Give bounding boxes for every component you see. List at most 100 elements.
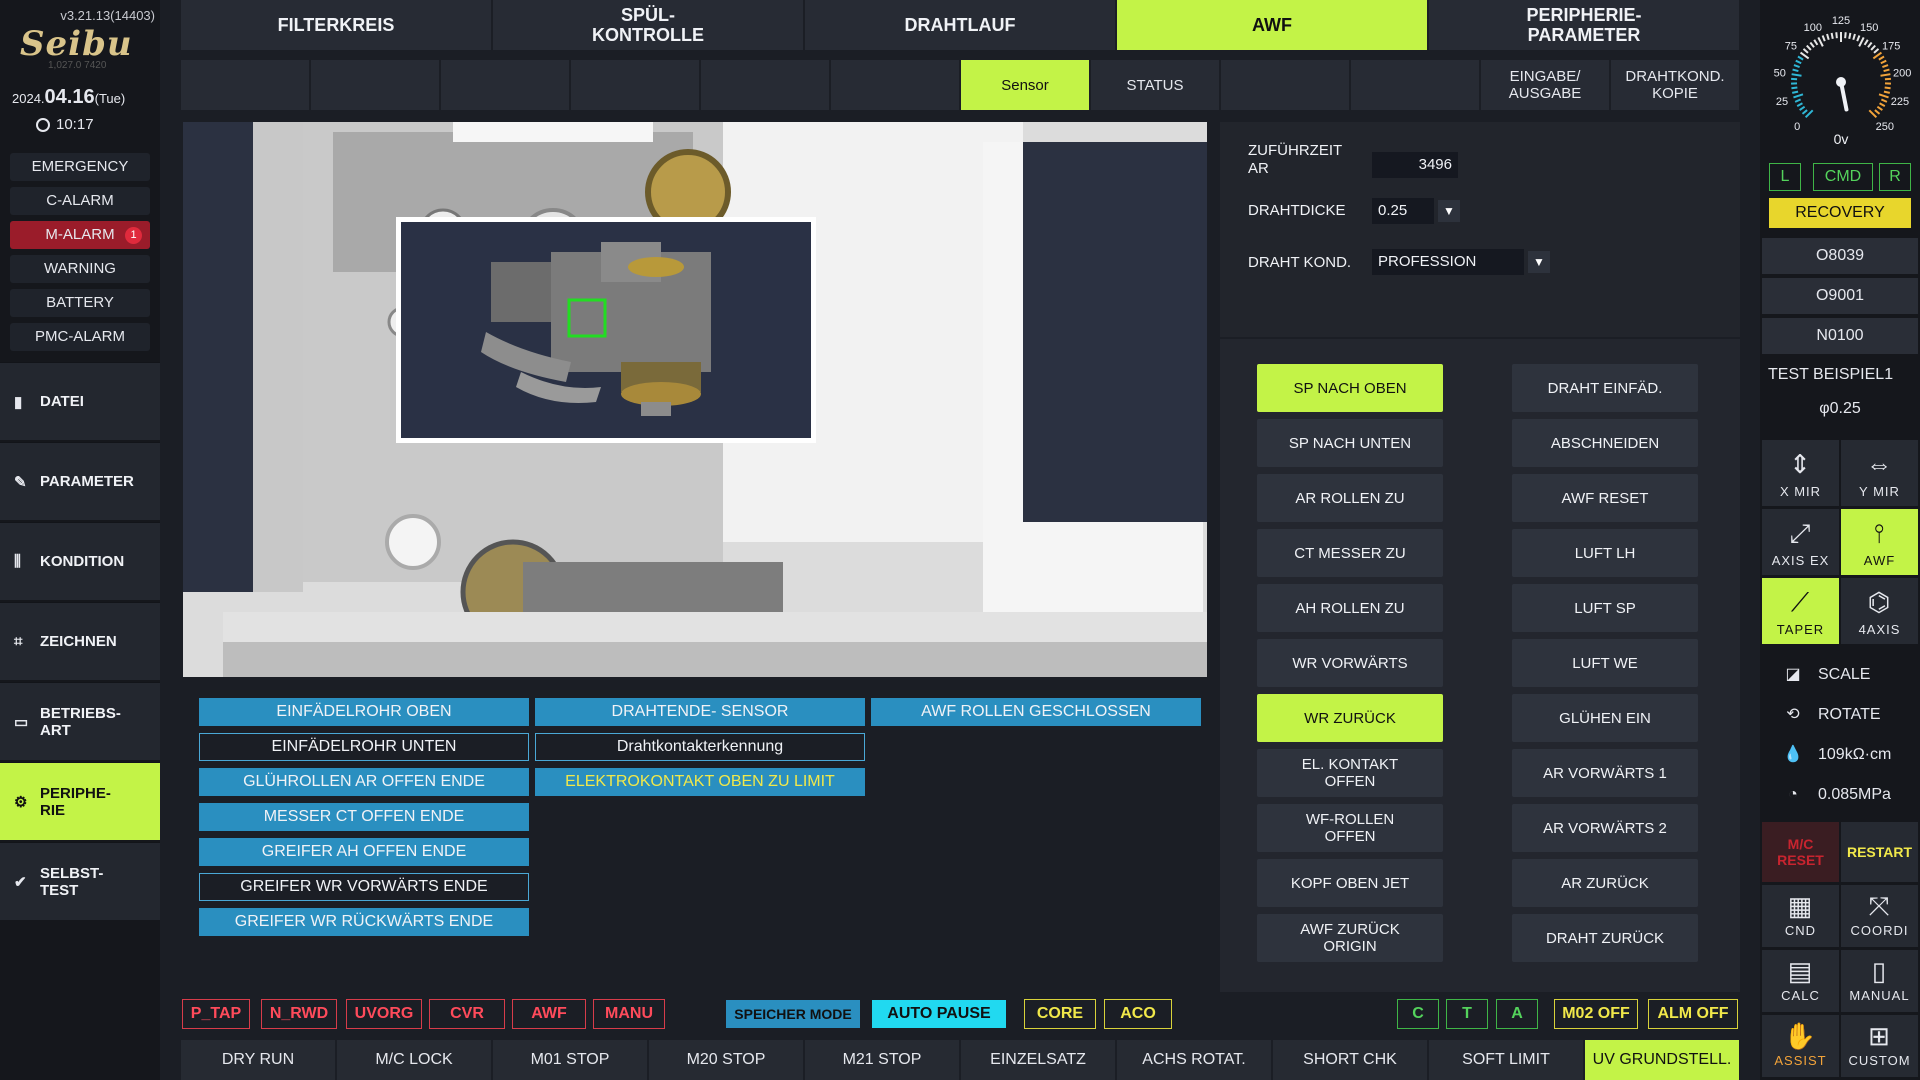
chevron-down-icon[interactable]: ▼ — [1528, 251, 1550, 273]
tab-peripherie[interactable]: PERIPHERIE- PARAMETER — [1429, 0, 1740, 50]
command-button[interactable]: AWF ZURÜCK ORIGIN — [1257, 914, 1443, 962]
command-button[interactable]: SP NACH UNTEN — [1257, 419, 1443, 467]
tab-awf[interactable]: AWF — [1117, 0, 1428, 50]
nav-label: DATEI — [40, 393, 84, 410]
command-button[interactable]: EL. KONTAKT OFFEN — [1257, 749, 1443, 797]
tool-calc-button[interactable]: ▤ CALC — [1762, 950, 1839, 1012]
subtab-empty-2[interactable] — [441, 60, 570, 110]
nav-betriebs[interactable]: ▭ BETRIEBS- ART — [0, 682, 160, 760]
tool-coordi-button[interactable]: ⤧ COORDI — [1841, 885, 1918, 947]
subtab-empty-8[interactable] — [1221, 60, 1350, 110]
command-button[interactable]: AR VORWÄRTS 1 — [1512, 749, 1698, 797]
lcr-l-button[interactable]: L — [1769, 163, 1801, 191]
nav-zeichnen[interactable]: ⌗ ZEICHNEN — [0, 602, 160, 680]
bottom-toggle-shortchk[interactable]: SHORT CHK — [1273, 1040, 1428, 1080]
subtab-sensor[interactable]: Sensor — [961, 60, 1090, 110]
nav-selbst[interactable]: ✔ SELBST- TEST — [0, 842, 160, 920]
subtab-empty-5[interactable] — [831, 60, 960, 110]
subtab-drahtkond[interactable]: DRAHTKOND. KOPIE — [1611, 60, 1740, 110]
bottom-toggle-einzelsatz[interactable]: EINZELSATZ — [961, 1040, 1116, 1080]
tool-custom-button[interactable]: ⊞ CUSTOM — [1841, 1015, 1918, 1077]
command-button[interactable]: WR ZURÜCK — [1257, 694, 1443, 742]
chevron-down-icon[interactable]: ▼ — [1438, 200, 1460, 222]
alarm-emergency[interactable]: EMERGENCY — [10, 153, 150, 181]
tool-taper-button[interactable]: ⟋ TAPER — [1762, 578, 1839, 644]
mc-reset-button[interactable]: M/C RESET — [1762, 822, 1839, 882]
subtab-empty-3[interactable] — [571, 60, 700, 110]
tool-xmir-button[interactable]: ⇕ X MIR — [1762, 440, 1839, 506]
bottom-toggle-m20stop[interactable]: M20 STOP — [649, 1040, 804, 1080]
wire-dia-select[interactable]: 0.25 — [1372, 198, 1434, 224]
command-button[interactable]: AR ROLLEN ZU — [1257, 474, 1443, 522]
auto-pause-badge[interactable]: AUTO PAUSE — [872, 1000, 1006, 1028]
tool-label: CUSTOM — [1848, 1053, 1911, 1068]
tool-assist-button[interactable]: ✋ ASSIST — [1762, 1015, 1839, 1077]
command-button[interactable]: GLÜHEN EIN — [1512, 694, 1698, 742]
nav-periphe[interactable]: ⚙ PERIPHE- RIE — [0, 762, 160, 840]
command-button[interactable]: CT MESSER ZU — [1257, 529, 1443, 577]
readout-scale[interactable]: ◪ SCALE — [1762, 656, 1918, 694]
subtab-eingabe[interactable]: EINGABE/ AUSGABE — [1481, 60, 1610, 110]
alarm-warning[interactable]: WARNING — [10, 255, 150, 283]
tab-spl[interactable]: SPÜL- KONTROLLE — [493, 0, 804, 50]
program-number[interactable]: N0100 — [1762, 318, 1918, 354]
bottom-toggle-softlimit[interactable]: SOFT LIMIT — [1429, 1040, 1584, 1080]
subtab-empty-4[interactable] — [701, 60, 830, 110]
alarm-pmc-alarm[interactable]: PMC-ALARM — [10, 323, 150, 351]
command-button[interactable]: WR VORWÄRTS — [1257, 639, 1443, 687]
command-button[interactable]: LUFT LH — [1512, 529, 1698, 577]
speicher-mode-badge[interactable]: SPEICHER MODE — [726, 1000, 860, 1028]
tool-ymir-button[interactable]: ⇔ Y MIR — [1841, 440, 1918, 506]
bottom-toggle-mclock[interactable]: M/C LOCK — [337, 1040, 492, 1080]
bottom-toggle-m01stop[interactable]: M01 STOP — [493, 1040, 648, 1080]
command-button[interactable]: AR VORWÄRTS 2 — [1512, 804, 1698, 852]
wire-cond-label: DRAHT KOND. — [1248, 254, 1352, 271]
tool-cnd-button[interactable]: ▦ CND — [1762, 885, 1839, 947]
tool-axisex-button[interactable]: ⤢ AXIS EX — [1762, 509, 1839, 575]
command-button[interactable]: LUFT SP — [1512, 584, 1698, 632]
command-button[interactable]: DRAHT EINFÄD. — [1512, 364, 1698, 412]
command-button[interactable]: AR ZURÜCK — [1512, 859, 1698, 907]
command-button[interactable]: AH ROLLEN ZU — [1257, 584, 1443, 632]
subtab-status[interactable]: STATUS — [1091, 60, 1220, 110]
bottom-toggle-achsrotat[interactable]: ACHS ROTAT. — [1117, 1040, 1272, 1080]
subtab-empty-1[interactable] — [311, 60, 440, 110]
tool-awf-button[interactable]: ⫯ AWF — [1841, 509, 1918, 575]
command-button[interactable]: AWF RESET — [1512, 474, 1698, 522]
wire-cond-select[interactable]: PROFESSION — [1372, 249, 1524, 275]
command-button[interactable]: WF-ROLLEN OFFEN — [1257, 804, 1443, 852]
tool-4axis-button[interactable]: ⌬ 4AXIS — [1841, 578, 1918, 644]
clock-icon — [36, 118, 50, 132]
restart-button[interactable]: RESTART — [1841, 822, 1918, 882]
subtab-empty-0[interactable] — [181, 60, 310, 110]
command-button[interactable]: ABSCHNEIDEN — [1512, 419, 1698, 467]
bottom-toggle-m21stop[interactable]: M21 STOP — [805, 1040, 960, 1080]
axis-flag-c: C — [1397, 999, 1439, 1029]
gauge-tick-label: 125 — [1832, 15, 1850, 27]
lcr-cmd-button[interactable]: CMD — [1813, 163, 1873, 191]
alarm-c-alarm[interactable]: C-ALARM — [10, 187, 150, 215]
program-number[interactable]: O9001 — [1762, 278, 1918, 314]
bottom-toggle-uvgrundstell[interactable]: UV GRUNDSTELL. — [1585, 1040, 1740, 1080]
tab-drahtlauf[interactable]: DRAHTLAUF — [805, 0, 1116, 50]
command-button[interactable]: DRAHT ZURÜCK — [1512, 914, 1698, 962]
status-flag-awf: AWF — [512, 999, 586, 1029]
gauge-value: 0v — [1834, 131, 1849, 147]
nav-parameter[interactable]: ✎ PARAMETER — [0, 442, 160, 520]
recovery-button[interactable]: RECOVERY — [1769, 198, 1911, 228]
nav-datei[interactable]: ▮ DATEI — [0, 362, 160, 440]
alarm-battery[interactable]: BATTERY — [10, 289, 150, 317]
alarm-count-badge: 1 — [125, 227, 142, 244]
command-button[interactable]: LUFT WE — [1512, 639, 1698, 687]
readout-rotate[interactable]: ⟲ ROTATE — [1762, 696, 1918, 734]
tab-filterkreis[interactable]: FILTERKREIS — [181, 0, 492, 50]
nav-kondition[interactable]: ⫼ KONDITION — [0, 522, 160, 600]
subtab-empty-9[interactable] — [1351, 60, 1480, 110]
program-number[interactable]: O8039 — [1762, 238, 1918, 274]
bottom-toggle-dryrun[interactable]: DRY RUN — [181, 1040, 336, 1080]
feed-time-field[interactable]: 3496 — [1372, 152, 1458, 178]
command-button[interactable]: KOPF OBEN JET — [1257, 859, 1443, 907]
tool-manual-button[interactable]: ▯ MANUAL — [1841, 950, 1918, 1012]
command-button[interactable]: SP NACH OBEN — [1257, 364, 1443, 412]
lcr-r-button[interactable]: R — [1879, 163, 1911, 191]
